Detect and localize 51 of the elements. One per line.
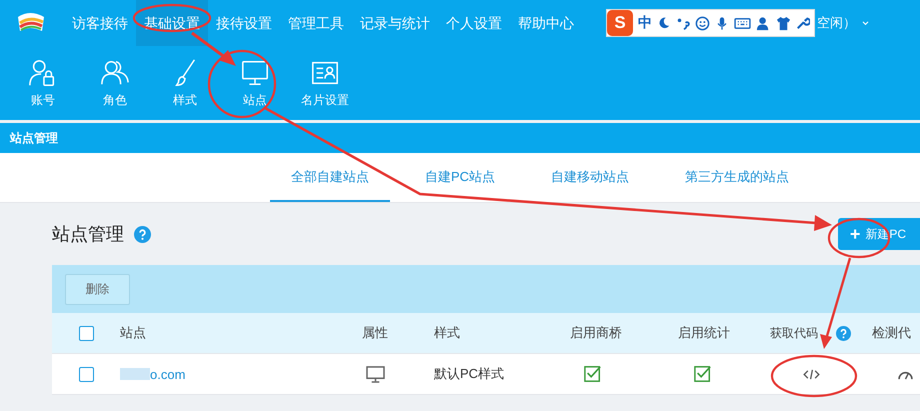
moon-icon[interactable] <box>657 16 671 30</box>
column-header: 站点 <box>120 324 146 342</box>
toolbar-tab[interactable]: 账号 <box>8 46 78 120</box>
ime-logo: S <box>607 10 633 36</box>
section-header: 站点管理 <box>0 123 920 153</box>
checkbox[interactable] <box>78 366 94 382</box>
wrench-icon[interactable] <box>796 16 810 30</box>
help-icon[interactable] <box>836 326 851 340</box>
delete-button[interactable]: 删除 <box>65 274 130 304</box>
checkbox[interactable] <box>78 326 94 340</box>
tab[interactable]: 自建移动站点 <box>530 153 650 202</box>
nav-tab[interactable]: 管理工具 <box>280 0 352 46</box>
toolbar-tab[interactable]: 角色 <box>80 46 150 120</box>
column-header: 获取代码 <box>770 324 818 342</box>
status-text: 空闲） <box>817 14 856 32</box>
column-header: 启用统计 <box>678 324 730 342</box>
toolbar-tab[interactable]: 名片设置 <box>290 46 360 120</box>
annotation-circle <box>208 50 276 118</box>
annotation-arrow <box>191 32 236 66</box>
nav-tab[interactable]: 接待设置 <box>208 0 280 46</box>
tab[interactable]: 自建PC站点 <box>404 153 516 202</box>
ime-mode[interactable]: 中 <box>638 14 652 32</box>
keyboard-icon[interactable] <box>734 16 751 30</box>
annotation-ellipse <box>828 218 890 258</box>
blurred-text <box>120 368 150 380</box>
column-header: 样式 <box>434 324 460 342</box>
smiley-icon[interactable] <box>695 16 710 30</box>
chevron-down-icon[interactable] <box>862 20 869 26</box>
checkmark-icon[interactable] <box>584 365 602 383</box>
toolbar-tab[interactable]: 站点 <box>220 46 290 120</box>
site-link[interactable]: o.com <box>150 366 186 382</box>
checkmark-icon[interactable] <box>694 365 712 383</box>
column-header: 检测代 <box>872 324 911 342</box>
tab[interactable]: 全部自建站点 <box>270 153 390 202</box>
table-cell-text: 默认PC样式 <box>434 365 506 383</box>
column-header: 启用商桥 <box>570 324 622 342</box>
nav-tab[interactable]: 个人设置 <box>438 0 510 46</box>
page-title: 站点管理 <box>52 223 124 246</box>
monitor-icon <box>366 366 385 382</box>
nav-tab[interactable]: 访客接待 <box>64 0 136 46</box>
code-icon[interactable] <box>803 368 820 380</box>
punctuation-icon[interactable] <box>676 16 690 30</box>
toolbar-tab[interactable]: 样式 <box>150 46 220 120</box>
nav-tab[interactable]: 帮助中心 <box>510 0 582 46</box>
help-icon[interactable] <box>134 226 151 242</box>
column-header: 属性 <box>362 324 388 342</box>
microphone-icon[interactable] <box>715 16 729 30</box>
tab[interactable]: 第三方生成的站点 <box>664 153 810 202</box>
user-icon[interactable] <box>756 16 771 30</box>
nav-tab[interactable]: 记录与统计 <box>352 0 438 46</box>
shirt-icon[interactable] <box>776 16 791 30</box>
